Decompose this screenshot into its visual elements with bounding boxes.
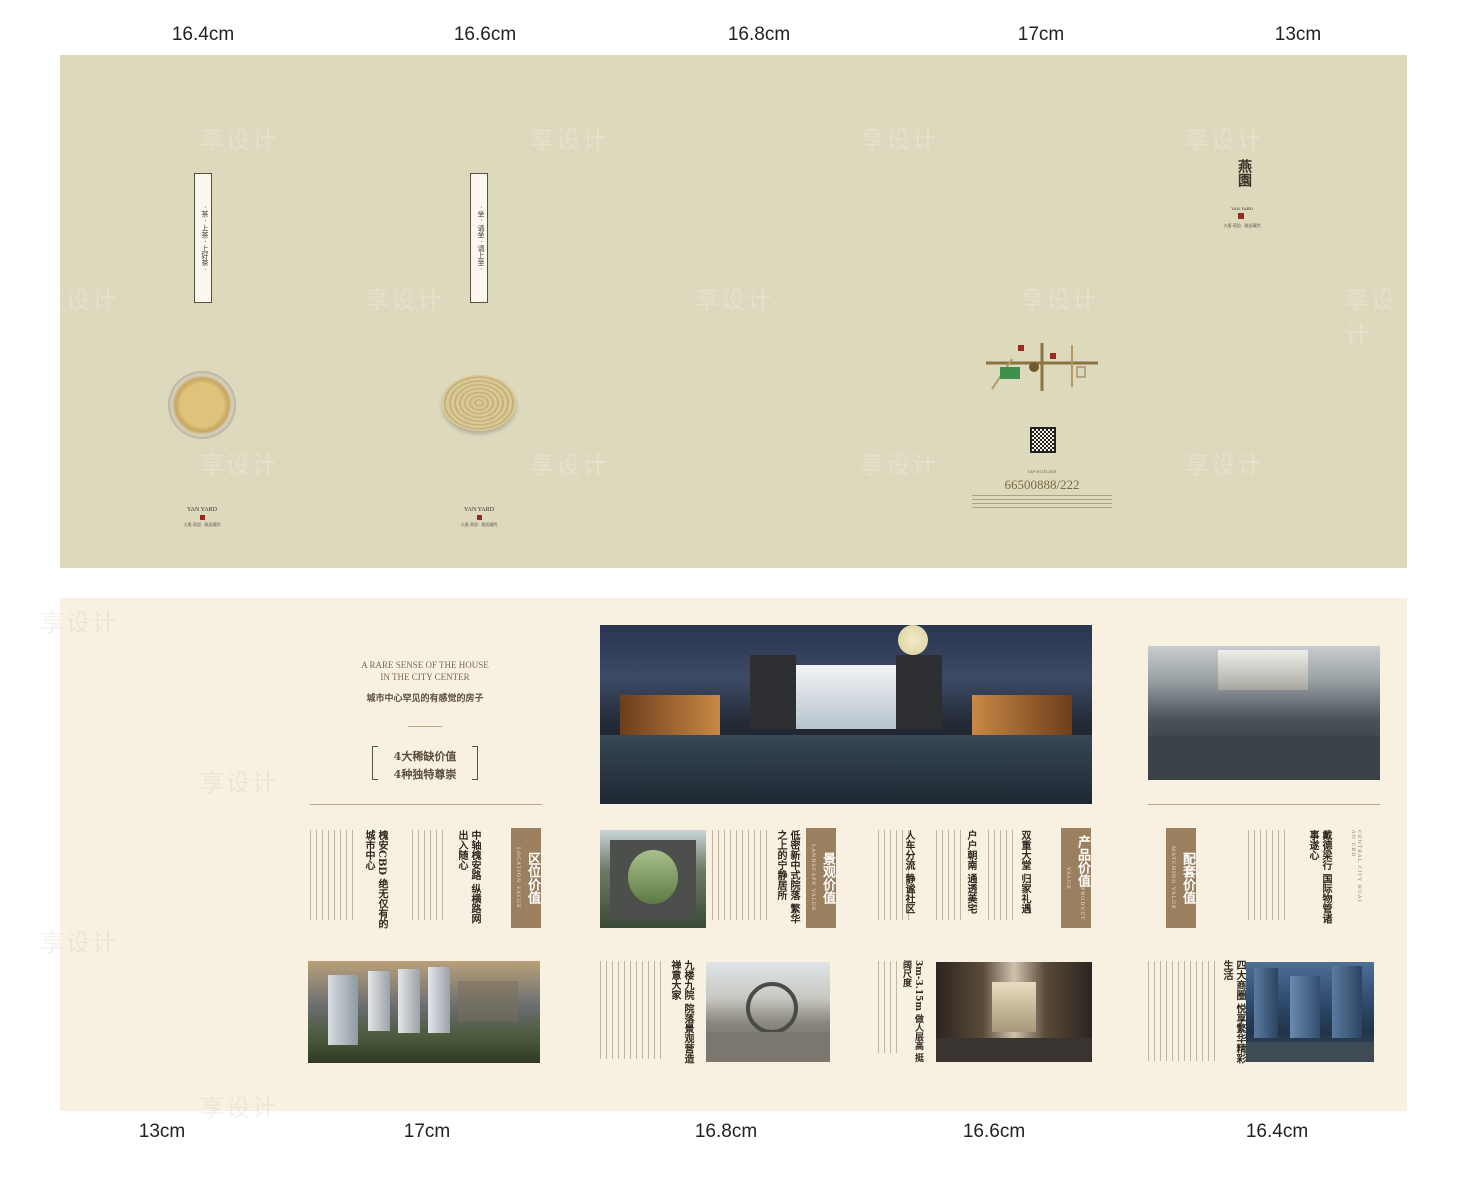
- highlight-line2: 4种独特尊崇: [393, 768, 457, 781]
- body-text: [600, 961, 662, 1059]
- section-title: 戴德梁行 国际物管诸事遂心: [1307, 830, 1331, 924]
- dimension-label: 16.8cm: [694, 1121, 758, 1142]
- watermark: 享设计: [40, 609, 118, 637]
- lobby-interior-photo: [936, 962, 1092, 1062]
- body-text: [878, 961, 898, 1053]
- dimension-label: 16.4cm: [1245, 1121, 1309, 1142]
- watermark: 享设计: [1345, 286, 1397, 349]
- address-fine-print: [972, 494, 1112, 508]
- watermark: 享设计: [40, 929, 118, 957]
- hotline-label: VIP HOTLINE: [1027, 469, 1057, 474]
- dimension-label: 16.4cm: [171, 24, 235, 45]
- straw-cushion-image: [442, 375, 516, 431]
- tea-cup-image: [168, 371, 236, 439]
- section-title: 3m-3.15m 做人层高 挺阔尺度: [901, 960, 923, 1063]
- body-text: [1148, 961, 1220, 1061]
- courtyard-night-photo: [600, 625, 1092, 804]
- qr-code: [1030, 427, 1056, 453]
- cover-logo-en: YAN YARD: [1231, 206, 1253, 211]
- intro-en-line1: A RARE SENSE OF THE HOUSE: [361, 660, 489, 670]
- section-title: 人车分流 静谧社区: [903, 830, 914, 914]
- body-text: [412, 830, 446, 920]
- brochure-outer-side: 享设计 享设计 享设计 享设计 享设计 享设计 享设计 享设计 享设计 享设计 …: [40, 55, 1407, 568]
- section-tag-product: 产品价值PRODUCT VALUE: [1061, 828, 1091, 928]
- watermark: 享设计: [1185, 451, 1263, 479]
- section-tag-location: 区位价值LOCATION VALUE: [511, 828, 541, 928]
- dimension-label: 17cm: [403, 1121, 451, 1142]
- watermark: 享设计: [200, 769, 278, 797]
- moon-gate-photo: [600, 830, 706, 928]
- cover-logo: 燕園: [1236, 159, 1252, 187]
- divider: [1148, 804, 1380, 805]
- highlight-bracket-box: 4大稀缺价值 4种独特尊崇: [372, 746, 478, 781]
- section-tag-landscape: 景观价值LANDSCAPE VALUE: [806, 828, 836, 928]
- watermark: 享设计: [40, 286, 118, 314]
- watermark: 享设计: [200, 451, 278, 479]
- dimension-label: 13cm: [138, 1121, 186, 1142]
- cover-subtitle: 大唐·燕園 · 雅居藏院: [1223, 223, 1261, 228]
- watermark: 享设计: [365, 286, 443, 314]
- divider: [408, 726, 442, 727]
- body-text: [988, 830, 1016, 920]
- section-title: 中轴槐安路 纵横路网出入随心: [456, 830, 480, 924]
- phone-number: 66500888/222: [1004, 477, 1080, 492]
- side-en-text: CENTRAL CITY HUAI AN CBD: [1350, 830, 1362, 903]
- watermark: 享设计: [860, 126, 938, 154]
- watermark: 享设计: [530, 451, 608, 479]
- cover-seal: [1238, 213, 1244, 219]
- section-title: 四大商圈 悦享繁华精彩生活: [1221, 960, 1245, 1064]
- section-title: 低密新中式院落 繁华之上的宁静居所: [775, 830, 799, 924]
- intro-en-line2: IN THE CITY CENTER: [380, 672, 470, 682]
- brand-mark: YAN YARD 大唐·燕園 · 雅居藏院: [183, 507, 221, 527]
- divider: [310, 804, 542, 805]
- section-title: 九楼九院 院落景观营造禅意大家: [669, 960, 693, 1064]
- watermark: 享设计: [200, 1094, 278, 1122]
- commercial-street-photo: [1246, 962, 1374, 1062]
- intro-cn: 城市中心罕见的有感觉的房子: [366, 694, 484, 704]
- dimension-label: 17cm: [1017, 24, 1065, 45]
- section-title: 槐安CBD 绝无仅有的城市中心: [363, 830, 387, 929]
- dimension-label: 16.6cm: [453, 24, 517, 45]
- watermark: 享设计: [695, 286, 773, 314]
- dimension-label: 16.6cm: [962, 1121, 1026, 1142]
- body-text: [936, 830, 962, 920]
- brand-mark: YAN YARD 大唐·燕園 · 雅居藏院: [460, 507, 498, 527]
- body-text: [712, 830, 768, 920]
- dimension-label: 16.8cm: [727, 24, 791, 45]
- watermark: 享设计: [200, 126, 278, 154]
- highlight-line1: 4大稀缺价值: [393, 750, 457, 763]
- brochure-inner-side: 享设计 享设计 享设计 享设计 A RARE SENSE OF THE HOUS…: [40, 598, 1407, 1122]
- seat-label-card: · 坐 · 请坐 · 请上坐 ·: [470, 173, 488, 303]
- location-map: [986, 343, 1098, 391]
- courtyard-garden-photo: [706, 962, 830, 1062]
- aerial-city-photo: [308, 961, 540, 1063]
- watermark: 享设计: [530, 126, 608, 154]
- clubhouse-interior-photo: [1148, 646, 1380, 780]
- section-tag-matching: 配套价值MATCHING VALUE: [1166, 828, 1196, 928]
- body-text: [310, 830, 358, 920]
- tea-label-card: · 茶 · 上茶 · 上好茶 ·: [194, 173, 212, 303]
- dimension-label: 13cm: [1274, 24, 1322, 45]
- section-title: 双重大堂 归家礼遇: [1019, 830, 1030, 914]
- watermark: 享设计: [1185, 126, 1263, 154]
- body-text: [1248, 830, 1290, 920]
- watermark: 享设计: [860, 451, 938, 479]
- watermark: 享设计: [1020, 286, 1098, 314]
- section-title: 户户朝南 通透美宅: [965, 830, 976, 914]
